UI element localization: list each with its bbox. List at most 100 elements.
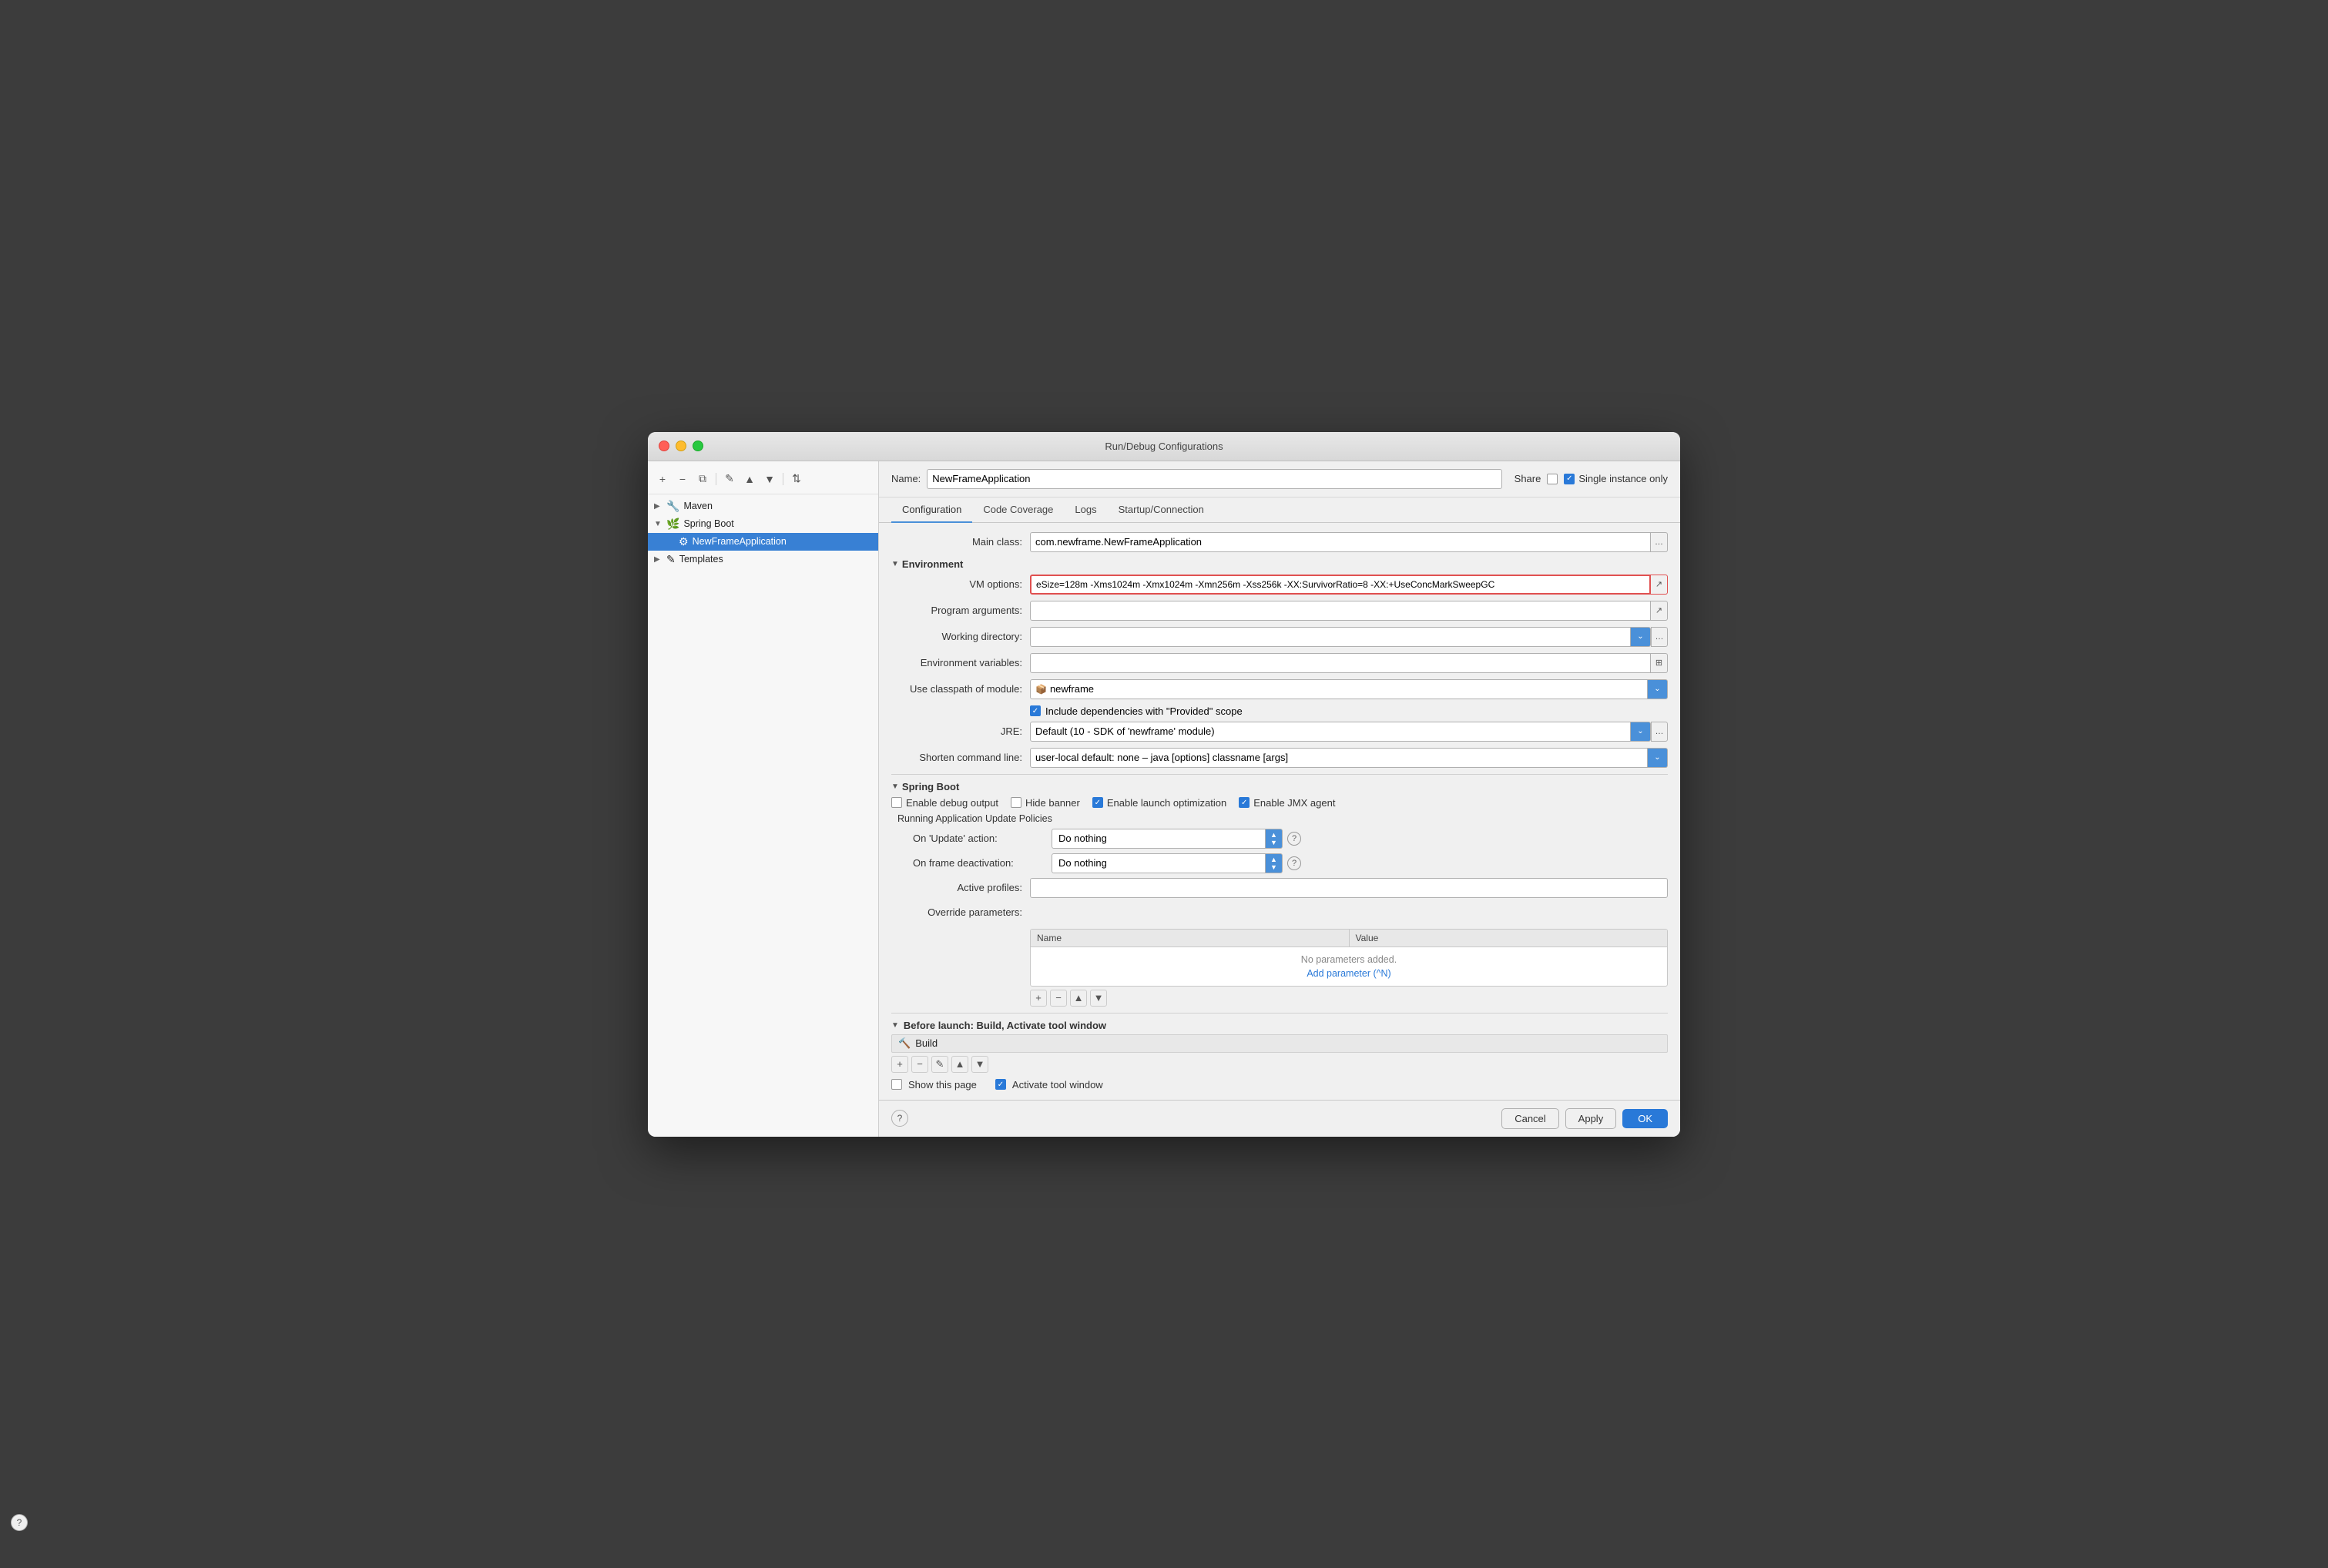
- newframe-icon: ⚙: [679, 535, 689, 548]
- on-update-help-icon[interactable]: ?: [1287, 832, 1301, 846]
- on-update-select[interactable]: Do nothing: [1052, 829, 1266, 849]
- activate-window-checkbox[interactable]: ✓: [995, 1079, 1006, 1090]
- build-icon: 🔨: [898, 1037, 911, 1050]
- main-class-label: Main class:: [891, 536, 1030, 548]
- enable-debug-group: Enable debug output: [891, 797, 998, 809]
- bottom-bar: ? Cancel Apply OK: [879, 1100, 1680, 1137]
- section-divider-1: [891, 774, 1668, 775]
- on-update-dropdown-button[interactable]: ▲▼: [1266, 829, 1283, 849]
- main-class-browse-button[interactable]: …: [1651, 532, 1668, 552]
- jre-value: Default (10 - SDK of 'newframe' module): [1035, 725, 1215, 737]
- working-dir-dropdown-button[interactable]: ⌄: [1631, 627, 1651, 647]
- on-update-label: On 'Update' action:: [897, 833, 1052, 844]
- spring-boot-arrow[interactable]: ▼: [891, 782, 899, 791]
- move-up-button[interactable]: ▲: [741, 471, 758, 487]
- build-move-down-button[interactable]: ▼: [971, 1056, 988, 1073]
- move-down-button[interactable]: ▼: [761, 471, 778, 487]
- build-edit-button[interactable]: ✎: [931, 1056, 948, 1073]
- jre-browse-button[interactable]: …: [1651, 722, 1668, 742]
- sidebar-item-templates[interactable]: ▶ ✎ Templates: [648, 551, 878, 568]
- tab-logs[interactable]: Logs: [1064, 498, 1107, 523]
- tab-startup-connection[interactable]: Startup/Connection: [1108, 498, 1215, 523]
- params-remove-button[interactable]: −: [1050, 990, 1067, 1007]
- working-dir-label: Working directory:: [891, 631, 1030, 642]
- sidebar-item-maven[interactable]: ▶ 🔧 Maven: [648, 498, 878, 515]
- minimize-button[interactable]: [676, 441, 686, 451]
- cancel-button[interactable]: Cancel: [1501, 1108, 1558, 1129]
- build-move-up-button[interactable]: ▲: [951, 1056, 968, 1073]
- vm-options-input[interactable]: [1030, 575, 1651, 595]
- titlebar: Run/Debug Configurations: [648, 432, 1680, 461]
- main-content: + − ⧉ ✎ ▲ ▼ ⇅ ▶ 🔧 Maven ▼ 🌿 Spring Boot: [648, 461, 1680, 1137]
- jre-dropdown-button[interactable]: ⌄: [1631, 722, 1651, 742]
- working-dir-browse-button[interactable]: …: [1651, 627, 1668, 647]
- program-args-input[interactable]: [1030, 601, 1651, 621]
- copy-config-button[interactable]: ⧉: [694, 471, 711, 487]
- module-select[interactable]: 📦newframe: [1030, 679, 1648, 699]
- close-button[interactable]: [659, 441, 669, 451]
- build-remove-button[interactable]: −: [911, 1056, 928, 1073]
- params-move-down-button[interactable]: ▼: [1090, 990, 1107, 1007]
- vm-options-expand-button[interactable]: ↗: [1651, 575, 1668, 595]
- on-frame-select[interactable]: Do nothing: [1052, 853, 1266, 873]
- add-param-link[interactable]: Add parameter (^N): [1307, 968, 1390, 979]
- enable-jmx-group: ✓ Enable JMX agent: [1239, 797, 1335, 809]
- on-update-select-group: Do nothing ▲▼: [1052, 829, 1283, 849]
- main-class-row: Main class: …: [891, 532, 1668, 552]
- no-params-text: No parameters added.: [1301, 954, 1397, 965]
- name-input[interactable]: [927, 469, 1501, 489]
- templates-icon: ✎: [666, 553, 676, 566]
- shorten-cmd-select[interactable]: user-local default: none – java [options…: [1030, 748, 1648, 768]
- hide-banner-checkbox[interactable]: [1011, 797, 1021, 808]
- on-frame-help-icon[interactable]: ?: [1287, 856, 1301, 870]
- on-frame-dropdown-button[interactable]: ▲▼: [1266, 853, 1283, 873]
- environment-arrow[interactable]: ▼: [891, 560, 899, 568]
- vm-options-label: VM options:: [891, 578, 1030, 590]
- env-vars-input[interactable]: [1030, 653, 1651, 673]
- share-area: Share ✓ Single instance only: [1515, 473, 1668, 484]
- sidebar-item-newframe[interactable]: ⚙ NewFrameApplication: [648, 533, 878, 551]
- share-checkbox[interactable]: [1547, 474, 1558, 484]
- show-page-checkbox[interactable]: [891, 1079, 902, 1090]
- active-profiles-input[interactable]: [1030, 878, 1668, 898]
- env-vars-row: Environment variables: ⊞: [891, 653, 1668, 673]
- enable-jmx-checkbox[interactable]: ✓: [1239, 797, 1250, 808]
- sidebar-maven-label: Maven: [683, 501, 713, 511]
- before-launch-arrow[interactable]: ▼: [891, 1021, 899, 1030]
- tab-code-coverage[interactable]: Code Coverage: [972, 498, 1064, 523]
- on-frame-select-group: Do nothing ▲▼: [1052, 853, 1283, 873]
- enable-launch-label: Enable launch optimization: [1107, 797, 1226, 809]
- single-instance-label: Single instance only: [1578, 473, 1668, 484]
- enable-debug-checkbox[interactable]: [891, 797, 902, 808]
- active-profiles-label: Active profiles:: [891, 882, 1030, 893]
- edit-config-button[interactable]: ✎: [721, 471, 738, 487]
- build-add-button[interactable]: +: [891, 1056, 908, 1073]
- apply-button[interactable]: Apply: [1565, 1108, 1617, 1129]
- jre-select[interactable]: Default (10 - SDK of 'newframe' module): [1030, 722, 1631, 742]
- program-args-expand-button[interactable]: ↗: [1651, 601, 1668, 621]
- params-move-up-button[interactable]: ▲: [1070, 990, 1087, 1007]
- tab-configuration[interactable]: Configuration: [891, 498, 972, 523]
- dialog-help-button[interactable]: ?: [891, 1110, 908, 1127]
- add-config-button[interactable]: +: [654, 471, 671, 487]
- remove-config-button[interactable]: −: [674, 471, 691, 487]
- sort-button[interactable]: ⇅: [788, 471, 805, 487]
- enable-launch-checkbox[interactable]: ✓: [1092, 797, 1103, 808]
- shorten-cmd-dropdown-button[interactable]: ⌄: [1648, 748, 1668, 768]
- ok-button[interactable]: OK: [1622, 1109, 1668, 1128]
- single-instance-checkbox[interactable]: ✓: [1564, 474, 1575, 484]
- params-add-button[interactable]: +: [1030, 990, 1047, 1007]
- include-deps-checkbox[interactable]: ✓: [1030, 705, 1041, 716]
- env-vars-label: Environment variables:: [891, 657, 1030, 668]
- main-class-input[interactable]: [1030, 532, 1651, 552]
- share-label: Share: [1515, 473, 1541, 484]
- module-value: newframe: [1050, 683, 1094, 695]
- working-dir-input[interactable]: [1030, 627, 1631, 647]
- maximize-button[interactable]: [693, 441, 703, 451]
- params-value-header: Value: [1350, 930, 1668, 946]
- form-area: Main class: … ▼ Environment VM options:: [879, 523, 1680, 1100]
- sidebar-item-spring-boot[interactable]: ▼ 🌿 Spring Boot: [648, 515, 878, 533]
- env-vars-browse-button[interactable]: ⊞: [1651, 653, 1668, 673]
- sidebar-templates-label: Templates: [679, 554, 723, 565]
- module-dropdown-button[interactable]: ⌄: [1648, 679, 1668, 699]
